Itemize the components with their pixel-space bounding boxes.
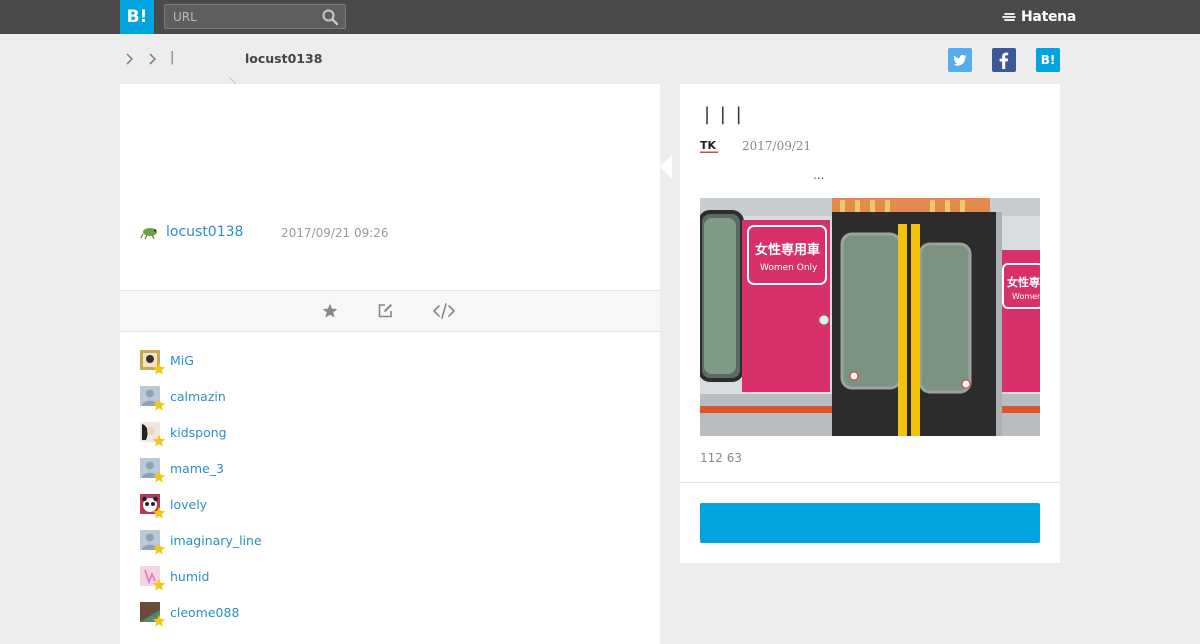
entry-bookmark-counts[interactable]: 112 63	[700, 451, 742, 465]
hatena-bookmark-share-button[interactable]: B!	[1036, 48, 1060, 72]
locust-avatar-icon[interactable]	[140, 224, 158, 240]
entry-thumbnail[interactable]: 女性専用車 Women Only 女性専用 Women	[700, 198, 1040, 436]
chevron-right-icon[interactable]	[147, 52, 157, 66]
star-giver-name[interactable]: lovely	[170, 497, 207, 513]
twitter-bird-icon	[953, 54, 967, 66]
site-favicon[interactable]: TK	[700, 139, 718, 155]
hatena-brand-text: Hatena	[1021, 9, 1076, 25]
star-icon[interactable]	[321, 302, 339, 320]
train-door-photo: 女性専用車 Women Only 女性専用 Women	[700, 198, 1040, 436]
edit-icon[interactable]	[376, 302, 394, 320]
yellow-star-icon	[152, 506, 166, 519]
star-giver-name[interactable]: MiG	[170, 353, 194, 369]
star-giver-name[interactable]: cleome088	[170, 605, 239, 621]
yellow-star-icon	[152, 614, 166, 627]
hatena-bookmark-logo[interactable]: B!	[120, 0, 154, 34]
comment-panel: locust0138 2017/09/21 09:26 MiG calmazin…	[120, 84, 660, 644]
star-giver-name[interactable]: calmazin	[170, 389, 226, 405]
yellow-star-icon	[152, 470, 166, 483]
right-sign-jp: 女性専用	[1007, 275, 1040, 289]
star-giver-name[interactable]: mame_3	[170, 461, 224, 477]
site-logo-text: TK	[700, 139, 717, 152]
entry-date: 2017/09/21	[742, 139, 812, 153]
search-icon[interactable]	[321, 8, 339, 26]
star-giver-name[interactable]: imaginary_line	[170, 533, 262, 549]
embed-code-icon[interactable]	[432, 302, 456, 320]
comment-author-name[interactable]: locust0138	[166, 222, 243, 242]
comment-action-bar	[120, 290, 660, 332]
chevron-right-icon[interactable]	[124, 52, 134, 66]
twitter-share-button[interactable]	[948, 48, 972, 72]
entry-title[interactable]: | | |	[704, 104, 744, 125]
url-search-input[interactable]	[173, 7, 313, 26]
entry-card: | | | TK 2017/09/21 ... 女性専用車 Women Only…	[680, 84, 1060, 563]
star-giver-name[interactable]: kidspong	[170, 425, 227, 441]
comment-timestamp[interactable]: 2017/09/21 09:26	[281, 224, 389, 242]
yellow-star-icon	[152, 362, 166, 375]
right-sign-en: Women	[1012, 292, 1040, 301]
breadcrumb-separator: |	[170, 50, 175, 65]
yellow-star-icon	[152, 542, 166, 555]
hatena-cloud-icon	[1002, 13, 1016, 21]
star-giver-name[interactable]: humid	[170, 569, 209, 585]
top-navigation-bar: B! Hatena	[0, 0, 1200, 34]
yellow-star-icon	[152, 398, 166, 411]
left-sign-jp: 女性専用車	[755, 242, 820, 258]
left-sign-en: Women Only	[760, 263, 818, 273]
entry-excerpt: ...	[813, 168, 825, 182]
facebook-f-icon	[999, 52, 1009, 69]
facebook-share-button[interactable]	[992, 48, 1016, 72]
yellow-star-icon	[152, 578, 166, 591]
card-divider	[680, 482, 1060, 483]
tk-logo-icon: TK	[700, 139, 718, 153]
card-pointer-arrow	[660, 155, 672, 179]
read-entry-button[interactable]	[700, 503, 1040, 543]
yellow-star-icon	[152, 434, 166, 447]
url-search-box[interactable]	[164, 4, 346, 29]
breadcrumb-user[interactable]: locust0138	[245, 51, 322, 66]
